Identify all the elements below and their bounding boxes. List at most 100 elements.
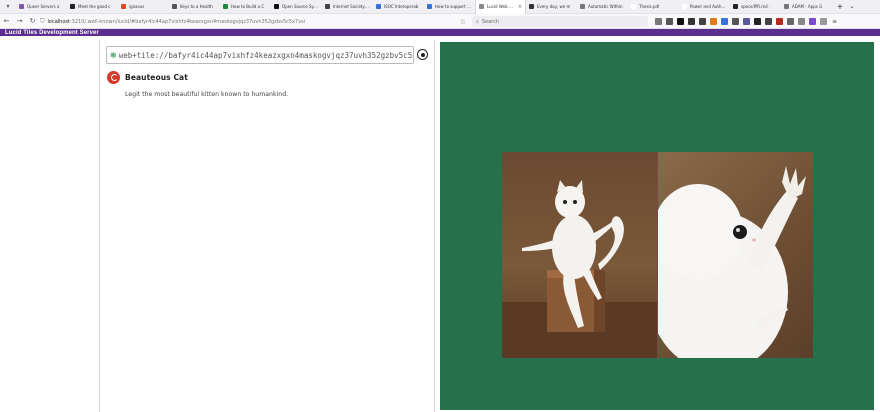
browser-tab[interactable]: How to Build a C xyxy=(220,0,271,14)
browser-tab[interactable]: Meet the good c xyxy=(67,0,118,14)
browser-tab[interactable]: Power and Authority re xyxy=(679,0,730,14)
cat-figure-illustration xyxy=(502,180,657,358)
tab-title: ignasus xyxy=(129,4,145,9)
extension-icon[interactable] xyxy=(765,18,772,25)
reload-icon[interactable]: ↻ xyxy=(26,15,39,28)
tab-favicon-icon xyxy=(529,4,534,9)
extension-icon[interactable] xyxy=(798,18,805,25)
close-tab-icon[interactable]: × xyxy=(518,4,522,10)
tab-favicon-icon xyxy=(580,4,585,9)
app-title: Lucid Tiles Development Server xyxy=(5,29,99,36)
browser-tab[interactable]: Thesis.pdf xyxy=(628,0,679,14)
browser-tab[interactable]: How to support dev xyxy=(424,0,475,14)
bookmark-star-icon[interactable]: ☆ xyxy=(460,18,466,26)
tab-list-icon[interactable]: ▾ xyxy=(0,0,16,14)
browser-tab[interactable]: ignasus xyxy=(118,0,169,14)
browser-tab[interactable]: specs/IPR.md · xyxy=(730,0,781,14)
tile-url-input[interactable] xyxy=(118,50,413,60)
cat-image-left xyxy=(502,152,657,358)
extension-icon[interactable] xyxy=(776,18,783,25)
sparkle-icon: ❃ xyxy=(110,50,117,60)
tile-description: Legit the most beautiful kitten known to… xyxy=(125,91,289,98)
tile-url-field[interactable]: ❃ xyxy=(106,46,414,64)
extension-icon[interactable] xyxy=(809,18,816,25)
browser-tab[interactable]: Keys to a Health xyxy=(169,0,220,14)
browser-tab[interactable]: Every day, we m xyxy=(526,0,577,14)
tab-favicon-icon xyxy=(631,4,636,9)
browser-tab[interactable]: ISOC Interoperab xyxy=(373,0,424,14)
tab-favicon-icon xyxy=(784,4,789,9)
tab-favicon-icon xyxy=(682,4,687,9)
browser-tab[interactable]: Open Source Syste xyxy=(271,0,322,14)
tab-title: Every day, we m xyxy=(537,4,571,9)
browser-tab[interactable]: Queer Servers a xyxy=(16,0,67,14)
toolbar-extensions: ≡ xyxy=(655,16,838,27)
tab-favicon-icon xyxy=(479,4,484,9)
browser-tab[interactable]: Lucid Web Tile D× xyxy=(475,0,526,14)
cat-meme-image xyxy=(502,152,813,358)
extension-icon[interactable] xyxy=(710,18,717,25)
search-icon: ⌕ xyxy=(476,18,479,25)
browser-tab[interactable]: Automatic Within xyxy=(577,0,628,14)
tab-title: ISOC Interoperab xyxy=(384,4,419,9)
tab-title: Open Source Syste xyxy=(282,4,319,9)
browser-tab[interactable]: ADAM - Apps G xyxy=(781,0,832,14)
tab-favicon-icon xyxy=(325,4,330,9)
tab-title: ADAM - Apps G xyxy=(792,4,823,9)
tab-favicon-icon xyxy=(19,4,24,9)
extension-icon[interactable] xyxy=(688,18,695,25)
tab-title: Internet Society Fo xyxy=(333,4,370,9)
tile-viewer xyxy=(440,42,874,410)
tracking-protection-icon[interactable]: ⛉ xyxy=(40,18,45,26)
tab-title: How to support dev xyxy=(435,4,472,9)
tab-title: specs/IPR.md · xyxy=(741,4,771,9)
tab-favicon-icon xyxy=(427,4,432,9)
load-tile-button[interactable] xyxy=(417,49,428,60)
target-icon xyxy=(420,52,425,57)
extension-icon[interactable] xyxy=(677,18,684,25)
app-header: Lucid Tiles Development Server xyxy=(0,29,880,36)
tab-favicon-icon xyxy=(733,4,738,9)
browser-tab[interactable]: Internet Society Fo xyxy=(322,0,373,14)
tab-favicon-icon xyxy=(223,4,228,9)
library-icon[interactable] xyxy=(666,18,673,25)
list-all-tabs-icon[interactable]: ⌄ xyxy=(846,3,858,10)
tile-title: Beauteous Cat xyxy=(125,73,188,82)
extension-icon[interactable] xyxy=(743,18,750,25)
back-icon[interactable]: ← xyxy=(0,15,13,28)
address-bar[interactable]: ⛉ localhost:3210/.well-known/lucid/#bafy… xyxy=(40,16,468,27)
url-path: :3210/.well-known/lucid/#bafyr4ic44ap7vi… xyxy=(69,18,306,25)
cat-image-right xyxy=(658,152,813,358)
search-bar[interactable]: ⌕ Search xyxy=(472,16,648,27)
extension-icon[interactable] xyxy=(820,18,827,25)
tile-logo-icon xyxy=(107,71,120,84)
tab-favicon-icon xyxy=(376,4,381,9)
tab-title: Thesis.pdf xyxy=(639,4,660,9)
url-host: localhost xyxy=(47,18,70,25)
tab-strip: ▾ Queer Servers a Meet the good c ignasus K… xyxy=(0,0,880,14)
tab-title: Power and Authority re xyxy=(690,4,727,9)
tab-favicon-icon xyxy=(274,4,279,9)
search-placeholder: Search xyxy=(481,18,499,25)
tile-info-panel: ❃ Beauteous Cat Legit the most beautiful… xyxy=(99,40,435,412)
tab-favicon-icon xyxy=(70,4,75,9)
tab-favicon-icon xyxy=(172,4,177,9)
extension-icon[interactable] xyxy=(721,18,728,25)
extension-icon[interactable] xyxy=(787,18,794,25)
menu-icon[interactable]: ≡ xyxy=(831,18,838,25)
navigation-bar: ← → ↻ ⛉ localhost:3210/.well-known/lucid… xyxy=(0,14,880,29)
extension-icon[interactable] xyxy=(732,18,739,25)
extension-icon[interactable] xyxy=(754,18,761,25)
tab-title: Automatic Within xyxy=(588,4,623,9)
tab-title: Lucid Web Tile D xyxy=(487,4,515,9)
new-tab-button[interactable]: + xyxy=(834,2,846,11)
tab-title: How to Build a C xyxy=(231,4,265,9)
tab-favicon-icon xyxy=(121,4,126,9)
tab-title: Queer Servers a xyxy=(27,4,60,9)
tab-title: Keys to a Health xyxy=(180,4,213,9)
tab-title: Meet the good c xyxy=(78,4,111,9)
downloads-icon[interactable] xyxy=(655,18,662,25)
extension-icon[interactable] xyxy=(699,18,706,25)
forward-icon[interactable]: → xyxy=(13,15,26,28)
cat-closeup-illustration xyxy=(658,166,806,358)
